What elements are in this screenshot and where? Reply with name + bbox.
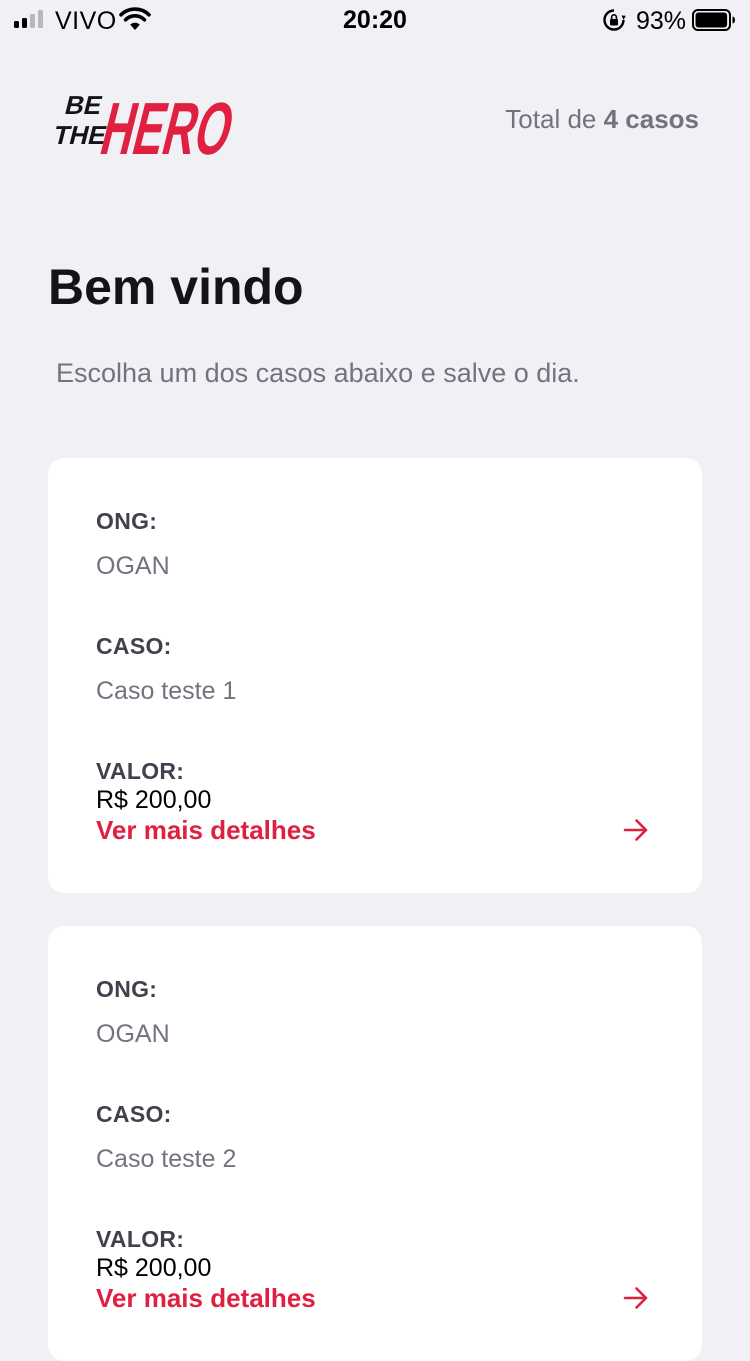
ong-label: ONG: (96, 508, 158, 534)
arrow-right-icon (623, 819, 648, 841)
svg-text:HERO: HERO (94, 87, 240, 162)
page-title: Bem vindo (48, 259, 304, 315)
ong-label: ONG: (96, 976, 158, 1002)
ong-value: OGAN (96, 1020, 170, 1048)
valor-label: VALOR: (96, 1226, 185, 1252)
be-the-hero-logo: BE THE HERO (51, 87, 240, 162)
svg-text:BE: BE (62, 90, 105, 120)
case-card: ONG: OGAN CASO: Caso teste 2 VALOR: R$ 2… (48, 926, 702, 1361)
status-bar: VIVO 20:20 93% (0, 0, 750, 40)
ong-value: OGAN (96, 552, 170, 580)
caso-label: CASO: (96, 1101, 172, 1127)
caso-value: Caso teste 2 (96, 1145, 237, 1173)
battery-icon (692, 9, 735, 31)
rotation-lock-icon (603, 9, 626, 31)
details-button[interactable]: Ver mais detalhes (96, 1280, 654, 1316)
arrow-right-icon (623, 1287, 648, 1309)
total-cases: Total de 4 casos (505, 104, 699, 135)
caso-value: Caso teste 1 (96, 677, 237, 705)
details-button[interactable]: Ver mais detalhes (96, 812, 654, 848)
details-label: Ver mais detalhes (96, 814, 316, 845)
total-prefix: Total de (505, 104, 604, 134)
page-subtitle: Escolha um dos casos abaixo e salve o di… (56, 358, 580, 388)
total-count: 4 casos (603, 104, 699, 134)
battery-percent: 93% (636, 7, 687, 35)
details-label: Ver mais detalhes (96, 1282, 316, 1313)
caso-label: CASO: (96, 633, 172, 659)
valor-label: VALOR: (96, 758, 185, 784)
valor-value: R$ 200,00 (96, 1254, 212, 1282)
case-card: ONG: OGAN CASO: Caso teste 1 VALOR: R$ 2… (48, 458, 702, 893)
valor-value: R$ 200,00 (96, 786, 212, 814)
